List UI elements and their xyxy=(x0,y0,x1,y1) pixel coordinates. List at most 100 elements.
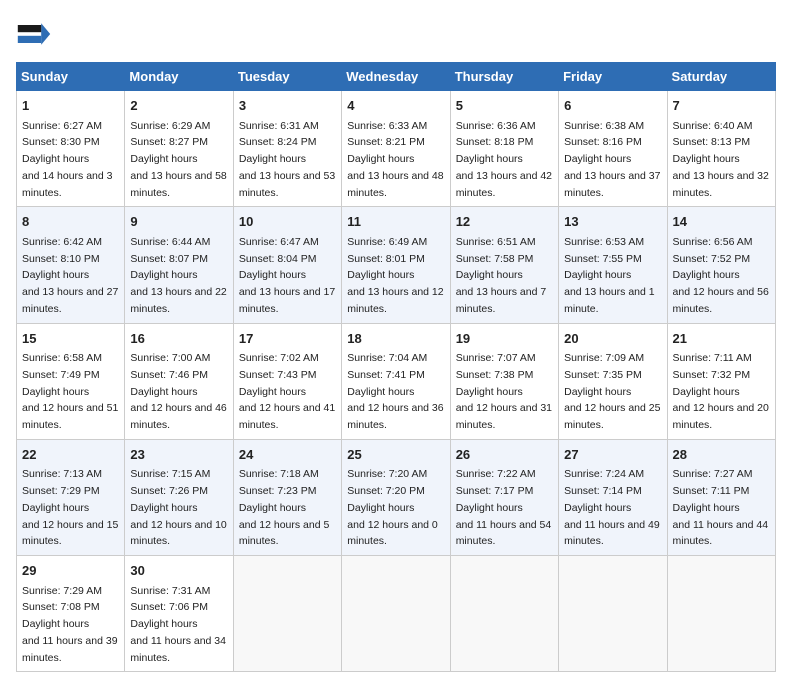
day-number: 21 xyxy=(673,329,770,349)
day-number: 11 xyxy=(347,212,444,232)
day-header-thursday: Thursday xyxy=(450,63,558,91)
day-number: 3 xyxy=(239,96,336,116)
calendar-cell: 22 Sunrise: 7:13 AMSunset: 7:29 PMDaylig… xyxy=(17,439,125,555)
calendar-table: SundayMondayTuesdayWednesdayThursdayFrid… xyxy=(16,62,776,672)
calendar-cell xyxy=(450,556,558,672)
day-header-sunday: Sunday xyxy=(17,63,125,91)
day-info: Sunrise: 6:58 AMSunset: 7:49 PMDaylight … xyxy=(22,352,118,431)
calendar-cell: 17 Sunrise: 7:02 AMSunset: 7:43 PMDaylig… xyxy=(233,323,341,439)
calendar-cell: 12 Sunrise: 6:51 AMSunset: 7:58 PMDaylig… xyxy=(450,207,558,323)
day-number: 18 xyxy=(347,329,444,349)
calendar-week-4: 22 Sunrise: 7:13 AMSunset: 7:29 PMDaylig… xyxy=(17,439,776,555)
day-number: 25 xyxy=(347,445,444,465)
day-info: Sunrise: 6:47 AMSunset: 8:04 PMDaylight … xyxy=(239,236,335,315)
day-header-wednesday: Wednesday xyxy=(342,63,450,91)
day-info: Sunrise: 6:38 AMSunset: 8:16 PMDaylight … xyxy=(564,120,660,199)
day-info: Sunrise: 6:56 AMSunset: 7:52 PMDaylight … xyxy=(673,236,769,315)
day-info: Sunrise: 7:27 AMSunset: 7:11 PMDaylight … xyxy=(673,468,769,547)
calendar-cell: 24 Sunrise: 7:18 AMSunset: 7:23 PMDaylig… xyxy=(233,439,341,555)
calendar-cell: 2 Sunrise: 6:29 AMSunset: 8:27 PMDayligh… xyxy=(125,91,233,207)
day-header-friday: Friday xyxy=(559,63,667,91)
day-number: 15 xyxy=(22,329,119,349)
day-info: Sunrise: 7:31 AMSunset: 7:06 PMDaylight … xyxy=(130,585,226,664)
calendar-cell: 5 Sunrise: 6:36 AMSunset: 8:18 PMDayligh… xyxy=(450,91,558,207)
calendar-cell: 13 Sunrise: 6:53 AMSunset: 7:55 PMDaylig… xyxy=(559,207,667,323)
day-info: Sunrise: 6:49 AMSunset: 8:01 PMDaylight … xyxy=(347,236,443,315)
calendar-cell: 15 Sunrise: 6:58 AMSunset: 7:49 PMDaylig… xyxy=(17,323,125,439)
calendar-cell xyxy=(233,556,341,672)
calendar-cell: 30 Sunrise: 7:31 AMSunset: 7:06 PMDaylig… xyxy=(125,556,233,672)
day-number: 30 xyxy=(130,561,227,581)
day-info: Sunrise: 7:07 AMSunset: 7:38 PMDaylight … xyxy=(456,352,552,431)
day-number: 27 xyxy=(564,445,661,465)
calendar-cell: 14 Sunrise: 6:56 AMSunset: 7:52 PMDaylig… xyxy=(667,207,775,323)
calendar-cell: 25 Sunrise: 7:20 AMSunset: 7:20 PMDaylig… xyxy=(342,439,450,555)
page-header xyxy=(16,16,776,52)
day-number: 24 xyxy=(239,445,336,465)
day-number: 13 xyxy=(564,212,661,232)
calendar-cell: 26 Sunrise: 7:22 AMSunset: 7:17 PMDaylig… xyxy=(450,439,558,555)
day-number: 20 xyxy=(564,329,661,349)
day-number: 19 xyxy=(456,329,553,349)
day-info: Sunrise: 6:31 AMSunset: 8:24 PMDaylight … xyxy=(239,120,335,199)
calendar-cell: 29 Sunrise: 7:29 AMSunset: 7:08 PMDaylig… xyxy=(17,556,125,672)
calendar-week-5: 29 Sunrise: 7:29 AMSunset: 7:08 PMDaylig… xyxy=(17,556,776,672)
calendar-cell: 7 Sunrise: 6:40 AMSunset: 8:13 PMDayligh… xyxy=(667,91,775,207)
calendar-cell xyxy=(559,556,667,672)
day-info: Sunrise: 6:44 AMSunset: 8:07 PMDaylight … xyxy=(130,236,226,315)
calendar-cell: 11 Sunrise: 6:49 AMSunset: 8:01 PMDaylig… xyxy=(342,207,450,323)
calendar-cell: 18 Sunrise: 7:04 AMSunset: 7:41 PMDaylig… xyxy=(342,323,450,439)
calendar-cell: 28 Sunrise: 7:27 AMSunset: 7:11 PMDaylig… xyxy=(667,439,775,555)
calendar-cell: 9 Sunrise: 6:44 AMSunset: 8:07 PMDayligh… xyxy=(125,207,233,323)
calendar-cell: 19 Sunrise: 7:07 AMSunset: 7:38 PMDaylig… xyxy=(450,323,558,439)
day-number: 22 xyxy=(22,445,119,465)
day-info: Sunrise: 6:51 AMSunset: 7:58 PMDaylight … xyxy=(456,236,547,315)
calendar-cell: 23 Sunrise: 7:15 AMSunset: 7:26 PMDaylig… xyxy=(125,439,233,555)
calendar-cell: 27 Sunrise: 7:24 AMSunset: 7:14 PMDaylig… xyxy=(559,439,667,555)
calendar-cell: 1 Sunrise: 6:27 AMSunset: 8:30 PMDayligh… xyxy=(17,91,125,207)
day-info: Sunrise: 7:15 AMSunset: 7:26 PMDaylight … xyxy=(130,468,226,547)
calendar-cell xyxy=(342,556,450,672)
calendar-cell: 3 Sunrise: 6:31 AMSunset: 8:24 PMDayligh… xyxy=(233,91,341,207)
calendar-week-1: 1 Sunrise: 6:27 AMSunset: 8:30 PMDayligh… xyxy=(17,91,776,207)
day-info: Sunrise: 7:22 AMSunset: 7:17 PMDaylight … xyxy=(456,468,552,547)
calendar-cell: 8 Sunrise: 6:42 AMSunset: 8:10 PMDayligh… xyxy=(17,207,125,323)
day-info: Sunrise: 6:29 AMSunset: 8:27 PMDaylight … xyxy=(130,120,226,199)
day-number: 10 xyxy=(239,212,336,232)
day-info: Sunrise: 7:24 AMSunset: 7:14 PMDaylight … xyxy=(564,468,660,547)
day-info: Sunrise: 7:20 AMSunset: 7:20 PMDaylight … xyxy=(347,468,438,547)
day-header-tuesday: Tuesday xyxy=(233,63,341,91)
day-info: Sunrise: 6:40 AMSunset: 8:13 PMDaylight … xyxy=(673,120,769,199)
day-info: Sunrise: 6:27 AMSunset: 8:30 PMDaylight … xyxy=(22,120,113,199)
day-info: Sunrise: 7:11 AMSunset: 7:32 PMDaylight … xyxy=(673,352,769,431)
calendar-cell: 10 Sunrise: 6:47 AMSunset: 8:04 PMDaylig… xyxy=(233,207,341,323)
day-info: Sunrise: 6:33 AMSunset: 8:21 PMDaylight … xyxy=(347,120,443,199)
day-number: 5 xyxy=(456,96,553,116)
day-info: Sunrise: 7:13 AMSunset: 7:29 PMDaylight … xyxy=(22,468,118,547)
day-info: Sunrise: 7:04 AMSunset: 7:41 PMDaylight … xyxy=(347,352,443,431)
day-number: 26 xyxy=(456,445,553,465)
day-info: Sunrise: 7:02 AMSunset: 7:43 PMDaylight … xyxy=(239,352,335,431)
day-info: Sunrise: 6:36 AMSunset: 8:18 PMDaylight … xyxy=(456,120,552,199)
day-number: 29 xyxy=(22,561,119,581)
day-number: 16 xyxy=(130,329,227,349)
day-number: 7 xyxy=(673,96,770,116)
day-number: 6 xyxy=(564,96,661,116)
day-number: 23 xyxy=(130,445,227,465)
calendar-cell: 16 Sunrise: 7:00 AMSunset: 7:46 PMDaylig… xyxy=(125,323,233,439)
day-number: 14 xyxy=(673,212,770,232)
day-info: Sunrise: 7:18 AMSunset: 7:23 PMDaylight … xyxy=(239,468,330,547)
logo-icon xyxy=(16,16,52,52)
calendar-cell: 20 Sunrise: 7:09 AMSunset: 7:35 PMDaylig… xyxy=(559,323,667,439)
day-number: 9 xyxy=(130,212,227,232)
calendar-cell xyxy=(667,556,775,672)
logo xyxy=(16,16,56,52)
day-number: 12 xyxy=(456,212,553,232)
day-header-monday: Monday xyxy=(125,63,233,91)
day-number: 2 xyxy=(130,96,227,116)
day-number: 4 xyxy=(347,96,444,116)
day-info: Sunrise: 7:29 AMSunset: 7:08 PMDaylight … xyxy=(22,585,118,664)
calendar-cell: 6 Sunrise: 6:38 AMSunset: 8:16 PMDayligh… xyxy=(559,91,667,207)
calendar-cell: 4 Sunrise: 6:33 AMSunset: 8:21 PMDayligh… xyxy=(342,91,450,207)
day-number: 8 xyxy=(22,212,119,232)
